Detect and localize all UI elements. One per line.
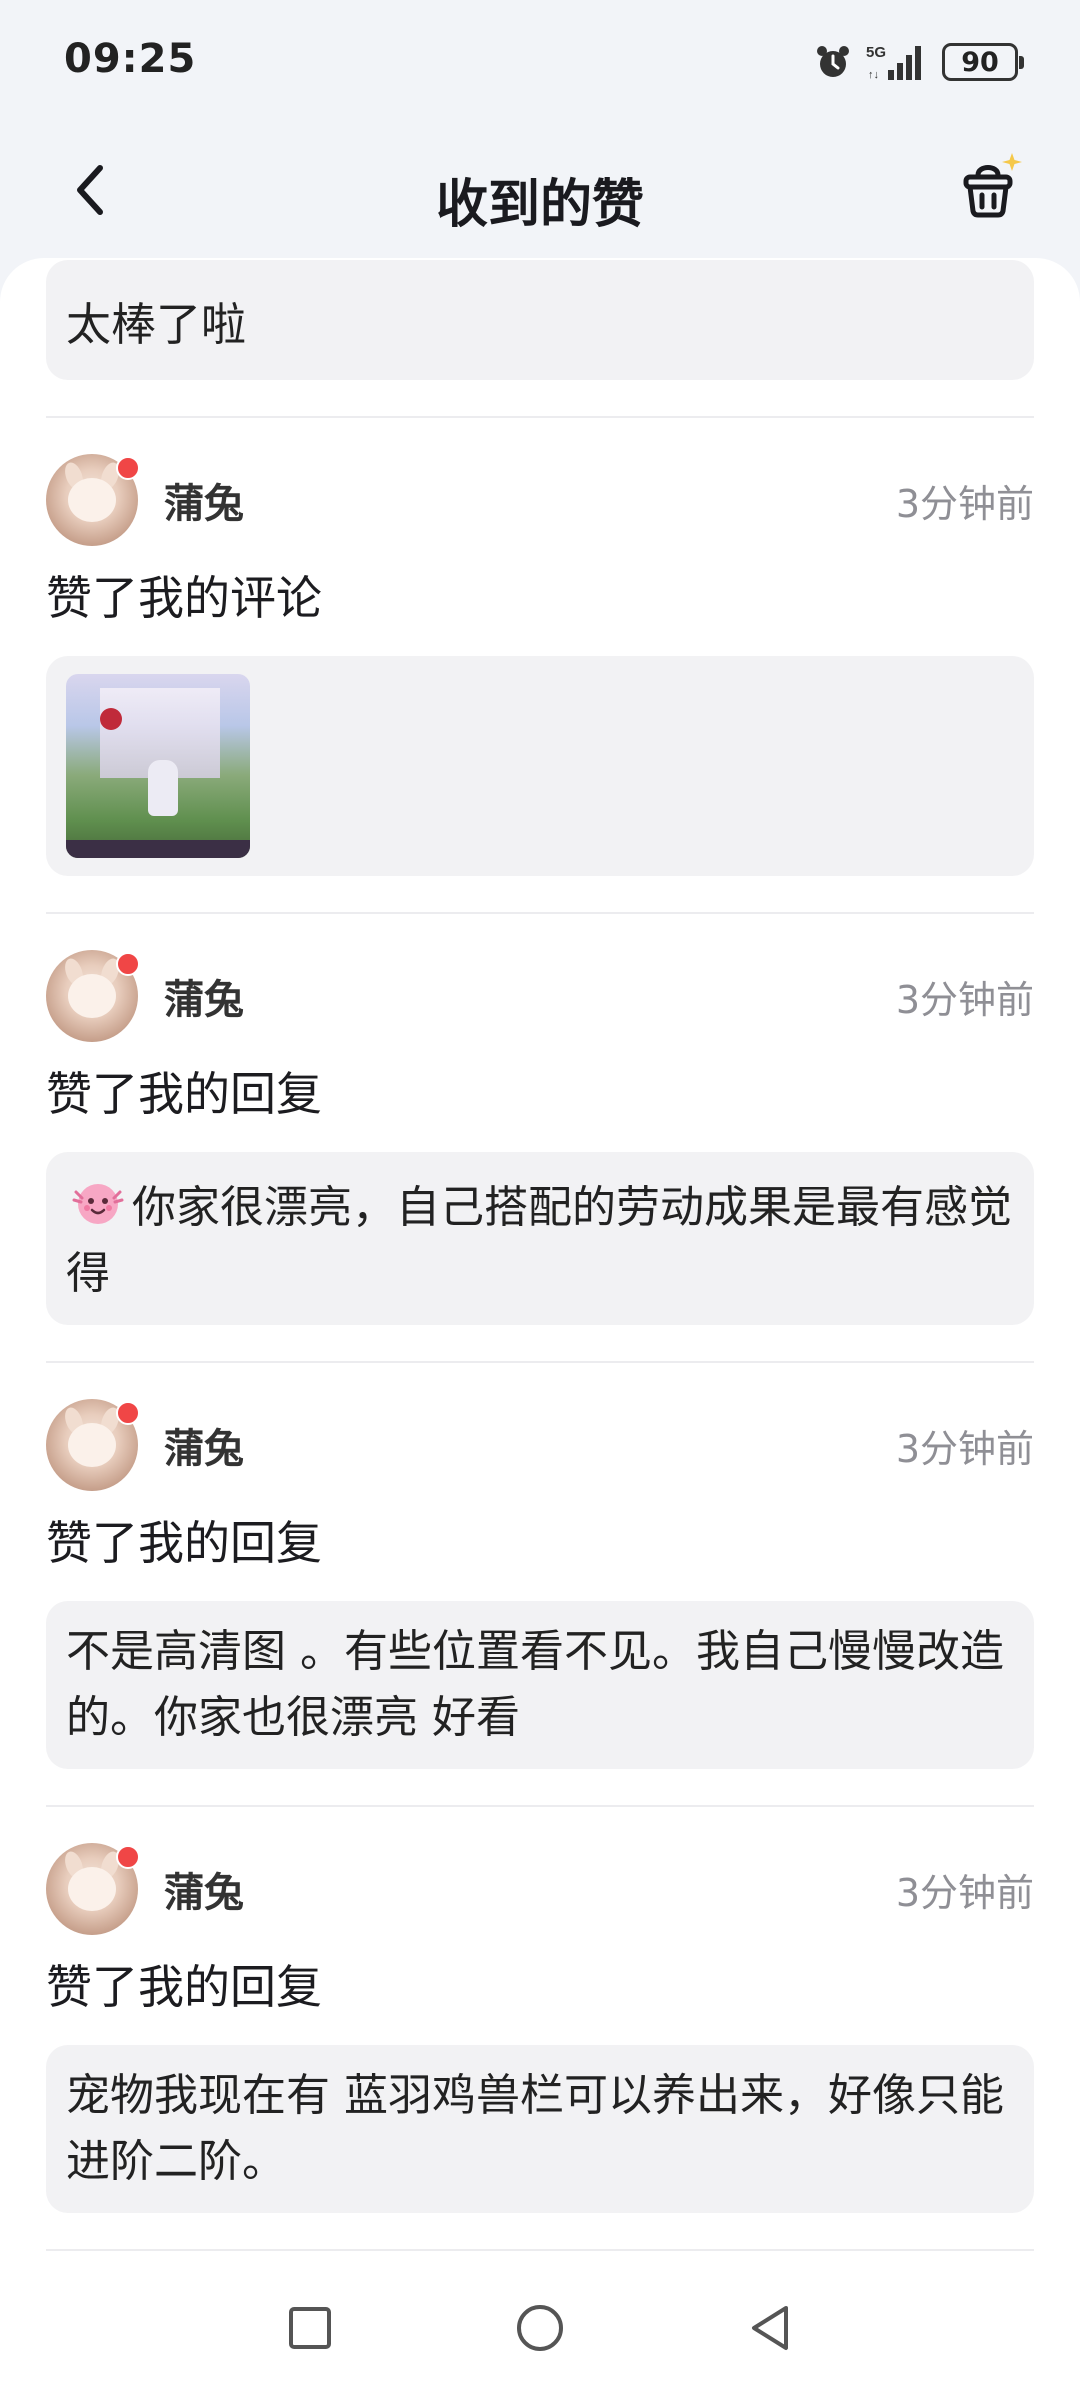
quoted-reply[interactable]: 不是高清图 。有些位置看不见。我自己慢慢改造的。你家也很漂亮 好看 [46, 1601, 1034, 1769]
basket-button[interactable] [946, 136, 1036, 236]
quoted-reply[interactable]: 宠物我现在有 蓝羽鸡兽栏可以养出来，好像只能进阶二阶。 [46, 2045, 1034, 2213]
home-button[interactable] [500, 2288, 580, 2368]
timestamp: 3分钟前 [895, 977, 1034, 1022]
action-text: 赞了我的回复 [46, 1960, 322, 2014]
list-item[interactable]: 蒲兔 3分钟前 赞了我的评论 [0, 418, 1080, 914]
avatar[interactable] [46, 454, 140, 546]
top-snippet[interactable]: 太棒了啦 [46, 260, 1034, 380]
unread-dot [116, 952, 140, 976]
avatar[interactable] [46, 1843, 140, 1935]
item-header: 蒲兔 3分钟前 [46, 950, 1034, 1042]
unread-dot [116, 1845, 140, 1869]
action-text: 赞了我的回复 [46, 1067, 322, 1121]
username[interactable]: 蒲兔 [164, 967, 244, 1025]
item-header: 蒲兔 3分钟前 [46, 1843, 1034, 1935]
list-item[interactable]: 蒲兔 3分钟前 赞了我的回复 你家很漂亮，自己搭配的劳动成果是最有感觉得 [0, 914, 1080, 1363]
back-nav-button[interactable] [730, 2288, 810, 2368]
recents-square-icon [289, 2307, 331, 2349]
likes-list: 太棒了啦 蒲兔 3分钟前 赞了我的评论 蒲兔 3分钟前 赞了我的回复 你家很漂亮… [0, 258, 1080, 2258]
home-circle-icon [517, 2305, 563, 2351]
status-time: 09:25 [64, 36, 197, 82]
username[interactable]: 蒲兔 [164, 1860, 244, 1918]
timestamp: 3分钟前 [895, 1870, 1034, 1915]
reply-text: 不是高清图 。有些位置看不见。我自己慢慢改造的。你家也很漂亮 好看 [66, 1626, 1004, 1743]
quoted-reply[interactable]: 你家很漂亮，自己搭配的劳动成果是最有感觉得 [46, 1152, 1034, 1325]
alarm-icon [814, 43, 852, 81]
status-icons: 5G ↑↓ 90 [814, 40, 1024, 84]
status-bar: 09:25 5G ↑↓ 90 [0, 0, 1080, 120]
timestamp: 3分钟前 [895, 481, 1034, 526]
username[interactable]: 蒲兔 [164, 1416, 244, 1474]
network-type-label: 5G [866, 44, 886, 61]
pink-axolotl-emoji-icon [72, 1184, 124, 1224]
back-triangle-icon [752, 2306, 788, 2350]
list-item[interactable]: 蒲兔 3分钟前 赞了我的回复 不是高清图 。有些位置看不见。我自己慢慢改造的。你… [0, 1363, 1080, 1807]
unread-dot [116, 456, 140, 480]
action-text: 赞了我的评论 [46, 571, 322, 625]
svg-text:↑↓: ↑↓ [868, 69, 879, 81]
header: 收到的赞 [0, 120, 1080, 260]
system-nav-bar [0, 2258, 1080, 2382]
quoted-comment[interactable] [46, 656, 1034, 876]
list-item[interactable]: 蒲兔 3分钟前 赞了我的回复 宠物我现在有 蓝羽鸡兽栏可以养出来，好像只能进阶二… [0, 1807, 1080, 2251]
battery-level: 90 [961, 46, 999, 78]
reply-text: 宠物我现在有 蓝羽鸡兽栏可以养出来，好像只能进阶二阶。 [66, 2070, 1004, 2187]
avatar[interactable] [46, 1399, 140, 1491]
timestamp: 3分钟前 [895, 1426, 1034, 1471]
unread-dot [116, 1401, 140, 1425]
username[interactable]: 蒲兔 [164, 471, 244, 529]
divider [46, 2249, 1034, 2251]
action-text: 赞了我的回复 [46, 1516, 322, 1570]
page-title: 收到的赞 [435, 175, 644, 235]
signal-icon: 5G ↑↓ [866, 42, 928, 82]
basket-sparkle-icon [963, 153, 1022, 218]
avatar[interactable] [46, 950, 140, 1042]
comment-image-thumbnail[interactable] [66, 674, 250, 858]
item-header: 蒲兔 3分钟前 [46, 454, 1034, 546]
item-header: 蒲兔 3分钟前 [46, 1399, 1034, 1491]
battery-icon: 90 [942, 43, 1024, 81]
reply-text: 你家很漂亮，自己搭配的劳动成果是最有感觉得 [66, 1182, 1012, 1299]
recents-button[interactable] [270, 2288, 350, 2368]
